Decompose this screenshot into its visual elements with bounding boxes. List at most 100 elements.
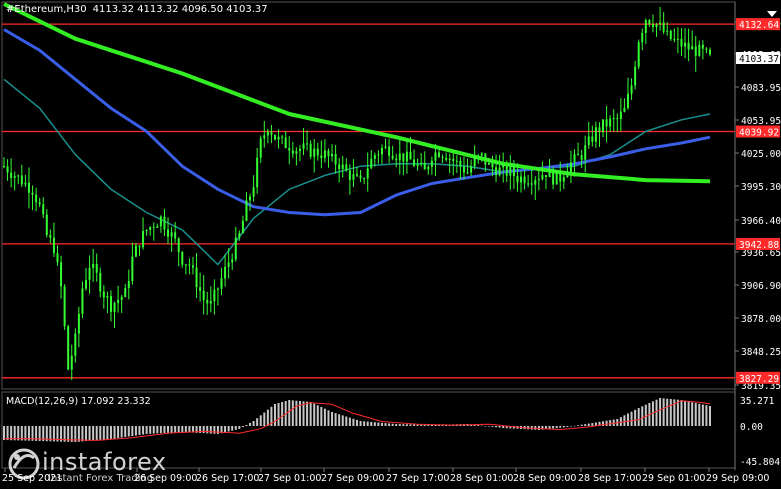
macd-bar [227, 426, 230, 432]
candle-body [609, 118, 612, 127]
macd-bar [85, 426, 88, 442]
macd-bar [637, 408, 640, 426]
candle-body [430, 160, 433, 167]
candle-body [191, 265, 194, 268]
candle-body [109, 296, 112, 313]
candle-body [409, 151, 412, 160]
macd-bar [694, 403, 697, 426]
macd-bar [659, 398, 662, 426]
candle-body [3, 166, 5, 168]
macd-bar [295, 400, 298, 426]
candle-body [163, 216, 166, 230]
candle-body [167, 229, 170, 237]
candle-body [580, 155, 583, 160]
chart-canvas[interactable]: 4142.354112.604083.954053.954025.003995.… [0, 0, 781, 489]
macd-bar [77, 426, 80, 442]
candle-body [502, 165, 505, 168]
candle-body [377, 154, 380, 156]
time-label: 28 Sep 17:00 [578, 473, 641, 484]
macd-bar [106, 426, 109, 440]
macd-bar [138, 426, 141, 435]
macd-bar [156, 426, 159, 434]
macd-bar [363, 421, 366, 426]
candle-body [259, 138, 262, 158]
candle-body [694, 46, 697, 56]
candle-body [480, 153, 483, 156]
candle-body [113, 303, 116, 313]
candle-body [676, 38, 679, 40]
candle-body [241, 220, 244, 234]
macd-bar [380, 422, 383, 426]
candle-body [655, 24, 658, 28]
macd-bar [263, 412, 266, 426]
candle-body [159, 216, 162, 227]
candle-body [701, 44, 704, 49]
candle-body [270, 131, 273, 135]
macd-bar [687, 401, 690, 426]
candle-body [448, 158, 451, 160]
macd-bar [149, 426, 152, 434]
candle-body [509, 166, 512, 176]
candle-body [238, 233, 241, 238]
candle-body [10, 172, 13, 178]
candle-body [277, 136, 280, 140]
candle-body [234, 237, 237, 260]
candle-body [555, 170, 558, 185]
price-label: 4025.00 [741, 149, 781, 160]
candle-body [687, 42, 690, 50]
candle-body [402, 153, 405, 162]
candle-body [659, 22, 662, 25]
macd-bar [562, 426, 565, 428]
macd-bar [216, 426, 219, 434]
candle-body [38, 202, 41, 205]
macd-bar [117, 426, 120, 438]
candle-body [577, 154, 580, 156]
candle-body [384, 146, 387, 148]
candle-body [566, 171, 569, 178]
macd-bar [277, 403, 280, 426]
candle-body [684, 42, 687, 47]
macd-bar [131, 426, 134, 436]
candle-body [505, 165, 508, 176]
macd-bar [377, 422, 380, 426]
macd-bar [398, 424, 401, 426]
candle-body [619, 111, 622, 119]
candle-body [388, 146, 391, 156]
time-label: 29 Sep 09:00 [706, 473, 769, 484]
macd-bar [609, 420, 612, 426]
macd-bar [655, 399, 658, 426]
candle-body [380, 147, 383, 155]
candle-body [273, 134, 276, 140]
candle-body [302, 143, 305, 149]
candle-body [6, 166, 9, 173]
macd-bar [320, 407, 323, 426]
macd-bar [676, 399, 679, 426]
macd-bar [281, 402, 284, 426]
candle-body [252, 187, 255, 197]
macd-bar [634, 409, 637, 426]
candle-body [470, 166, 473, 173]
candle-body [345, 164, 348, 171]
macd-bar [698, 403, 701, 426]
candle-body [52, 237, 55, 254]
macd-bar [580, 424, 583, 426]
macd-bar [341, 415, 344, 426]
chart-shift-arrow-icon[interactable] [766, 4, 778, 17]
candle-body [512, 166, 515, 177]
macd-bar [184, 426, 187, 433]
macd-bar [209, 426, 212, 434]
candle-body [594, 127, 597, 142]
candle-body [184, 264, 187, 266]
macd-bar [605, 420, 608, 426]
candle-body [634, 66, 637, 86]
macd-bar [316, 405, 319, 426]
macd-bar [356, 419, 358, 426]
macd-bar [238, 426, 241, 429]
macd-bar [95, 426, 98, 441]
macd-bar [252, 421, 255, 426]
macd-bar [181, 426, 184, 432]
candle-body [598, 127, 601, 132]
candle-body [416, 164, 419, 166]
macd-bar [3, 426, 5, 440]
macd-bar [548, 426, 551, 429]
